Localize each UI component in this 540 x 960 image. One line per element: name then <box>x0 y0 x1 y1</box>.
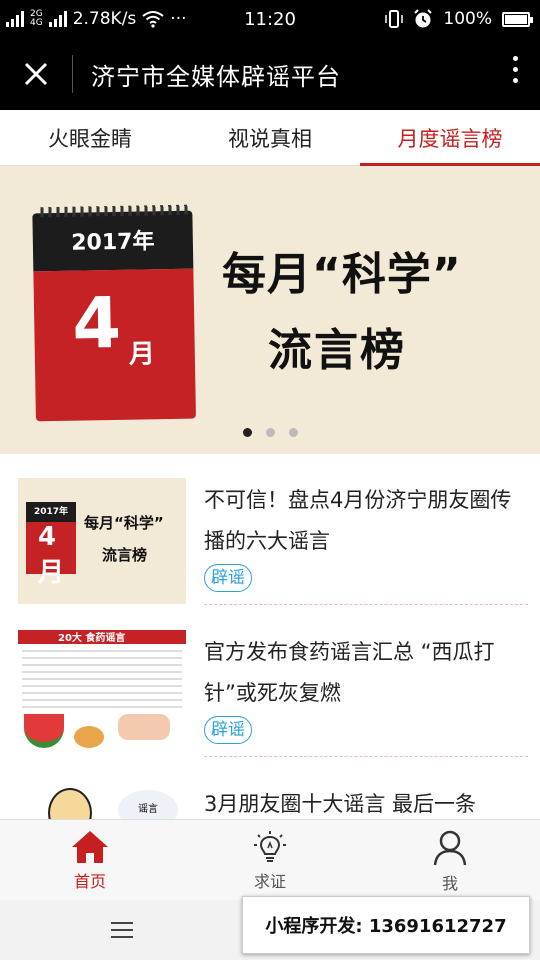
category-tag: 辟谣 <box>204 564 252 592</box>
meat-image <box>118 714 170 740</box>
close-icon <box>24 62 48 86</box>
nav-me-label: 我 <box>441 874 458 893</box>
close-button[interactable] <box>0 38 72 110</box>
thumb-year: 2017年 <box>26 502 76 522</box>
thumb-header: 20大 食药谣言 <box>58 633 126 644</box>
news-title: 官方发布食药谣言汇总 “西瓜打针”或死灰复燃 <box>204 640 495 705</box>
calendar-graphic: 2017年 4 月 <box>32 204 196 422</box>
more-options-icon[interactable] <box>513 56 518 83</box>
divider <box>204 604 528 605</box>
calendar-year: 2017年 <box>71 229 155 256</box>
carousel-dot[interactable] <box>265 428 275 437</box>
nav-verify[interactable]: 求证 <box>180 820 360 900</box>
watermelon-image <box>24 714 64 748</box>
carousel-indicator <box>0 428 540 437</box>
news-title: 不可信！盘点4月份济宁朋友圈传播的六大谣言 <box>204 488 512 553</box>
battery-icon <box>502 11 533 27</box>
calendar-month-number: 4 <box>71 281 122 365</box>
home-icon <box>72 831 108 863</box>
tab-bar: 火眼金睛 视说真相 月度谣言榜 <box>0 110 540 166</box>
thumb-subheadline: 流言榜 <box>102 546 148 564</box>
carousel-dot[interactable] <box>288 428 298 437</box>
tab-shishuo[interactable]: 视说真相 <box>180 110 360 165</box>
vibrate-icon <box>385 10 404 28</box>
lightbulb-icon <box>254 831 286 862</box>
nav-home-label: 首页 <box>73 872 106 891</box>
thumbnail: 2017年 4月 每月“科学” 流言榜 <box>18 478 186 604</box>
promo-overlay[interactable]: 小程序开发: 13691612727 <box>242 896 530 954</box>
page-title: 济宁市全媒体辟谣平台 <box>91 62 341 91</box>
banner-subheadline: 流言榜 <box>268 325 406 376</box>
banner-carousel[interactable]: 2017年 4 月 每月“科学” 流言榜 <box>0 166 540 454</box>
bottom-nav: 首页 求证 我 <box>0 819 540 900</box>
list-item[interactable]: 20大 食药谣言 官方发布食药谣言汇总 “西瓜打针”或死灰复燃 辟谣 <box>0 606 540 758</box>
calendar-month-unit: 月 <box>128 339 156 370</box>
tab-huoyan[interactable]: 火眼金睛 <box>0 110 180 165</box>
tab-monthly-rumors[interactable]: 月度谣言榜 <box>360 110 540 166</box>
screen: 2G 4G 2.78K/s ··· 11:20 100% 济宁市全媒体辟谣平台 … <box>0 0 540 960</box>
category-tag: 辟谣 <box>204 716 252 744</box>
list-item[interactable]: 2017年 4月 每月“科学” 流言榜 不可信！盘点4月份济宁朋友圈传播的六大谣… <box>0 454 540 606</box>
nav-home[interactable]: 首页 <box>0 820 180 900</box>
person-icon <box>433 830 467 866</box>
carousel-dot-active[interactable] <box>242 428 252 437</box>
nav-me[interactable]: 我 <box>360 820 540 900</box>
thumbnail: 20大 食药谣言 <box>18 630 186 756</box>
divider <box>204 756 528 757</box>
divider <box>72 55 73 93</box>
title-bar: 济宁市全媒体辟谣平台 <box>0 38 540 110</box>
nav-verify-label: 求证 <box>253 872 286 891</box>
thumb-month: 4月 <box>26 522 76 588</box>
egg-image <box>74 726 104 748</box>
banner-headline: 每月“科学” <box>222 249 462 300</box>
thumb-headline: 每月“科学” <box>84 514 164 532</box>
alarm-icon <box>414 9 433 28</box>
status-bar: 2G 4G 2.78K/s ··· 11:20 100% <box>0 0 540 38</box>
battery-percent: 100% <box>443 9 492 29</box>
menu-icon[interactable] <box>111 922 133 943</box>
